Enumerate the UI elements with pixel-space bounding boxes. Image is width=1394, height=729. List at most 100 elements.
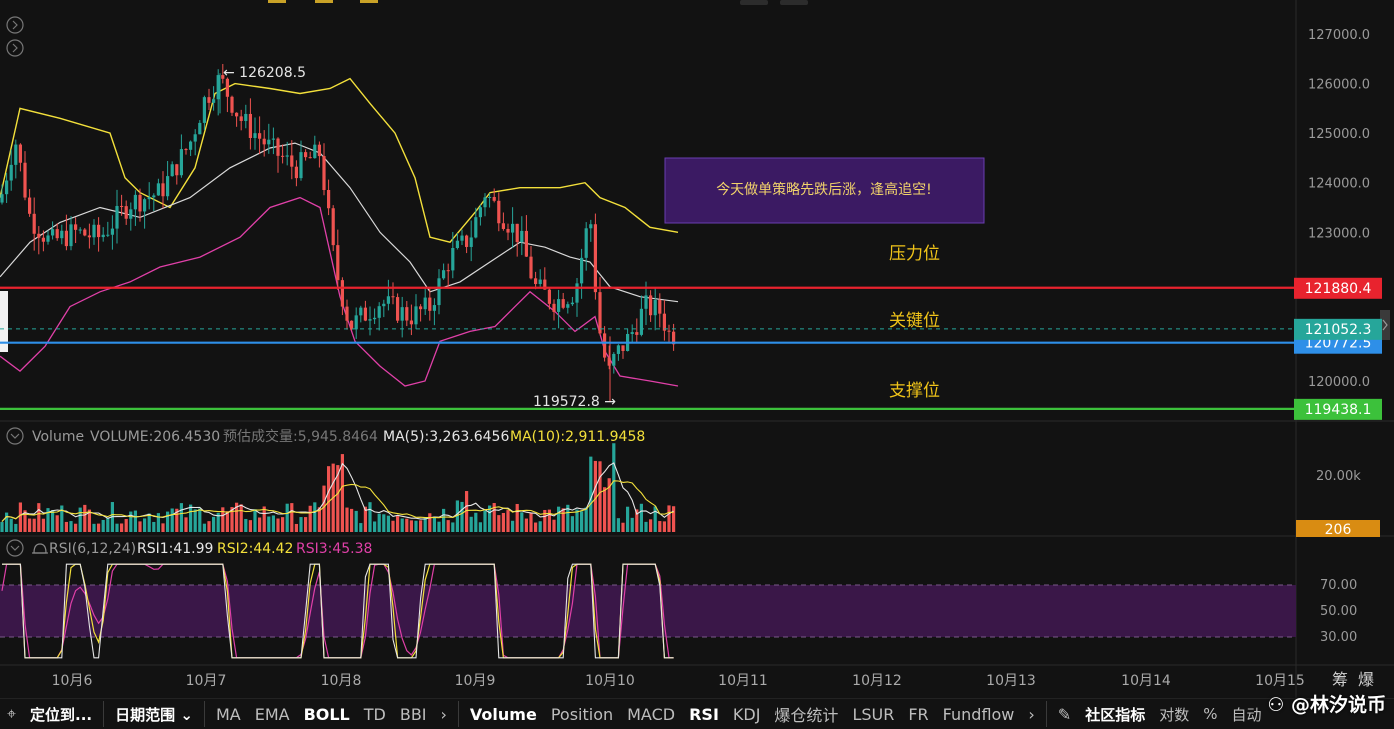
community-indicators[interactable]: 社区指标	[1078, 704, 1152, 725]
chips-button[interactable]: 筹	[1332, 670, 1348, 689]
candle-body	[299, 152, 303, 179]
volume-title: Volume	[32, 429, 84, 445]
date-tick: 10月13	[986, 673, 1036, 689]
candle-body	[69, 224, 73, 247]
chevron-right-icon[interactable]: ›	[434, 705, 454, 724]
candle-body	[285, 155, 289, 157]
volume-bar	[106, 517, 110, 532]
volume-value: VOLUME:206.4530	[90, 429, 220, 445]
expand-icon[interactable]	[6, 39, 24, 57]
volume-bar	[120, 523, 124, 532]
sub-indicator-fundflow[interactable]: Fundflow	[936, 705, 1022, 724]
candle-body	[639, 308, 643, 335]
volume-bar	[386, 515, 390, 532]
volume-bar	[37, 503, 41, 532]
volume-bar	[101, 519, 105, 532]
candle-body	[129, 209, 133, 219]
sub-indicator-lsur[interactable]: LSUR	[845, 705, 901, 724]
volume-bar	[529, 513, 533, 532]
volume-bar	[69, 521, 73, 532]
indicator-ema[interactable]: EMA	[248, 705, 297, 724]
candle-body	[437, 278, 441, 306]
candle-body	[451, 248, 455, 271]
bottom-toolbar: ⌖ 定位到... 日期范围 ⌄ MA EMA BOLL TD BBI › Vol…	[0, 698, 1394, 729]
price-tick: 120000.0	[1308, 375, 1370, 390]
date-tick: 10月11	[718, 673, 768, 689]
chevron-down-icon: ⌄	[180, 705, 193, 724]
indicator-boll[interactable]: BOLL	[297, 705, 357, 724]
bell-icon[interactable]	[32, 543, 48, 554]
sub-indicator-liquidation[interactable]: 爆仓统计	[767, 702, 845, 726]
volume-bar	[658, 521, 662, 532]
candle-body	[423, 297, 427, 310]
volume-bar	[630, 517, 634, 532]
edit-icon[interactable]: ✎	[1051, 705, 1078, 724]
indicator-ma[interactable]: MA	[209, 705, 248, 724]
volume-bar	[354, 510, 358, 532]
candle-body	[239, 116, 243, 121]
volume-bar	[156, 513, 160, 532]
log-scale-toggle[interactable]: 对数	[1152, 704, 1196, 725]
volume-bar	[313, 502, 317, 532]
candle-body	[465, 235, 469, 247]
volume-bar	[575, 509, 579, 532]
volume-bar	[290, 503, 294, 532]
volume-bar	[202, 523, 206, 532]
rsi-collapse-icon[interactable]	[6, 539, 24, 557]
sub-indicator-volume[interactable]: Volume	[463, 705, 544, 724]
candle-body	[336, 245, 340, 281]
volume-bar	[451, 522, 455, 532]
volume-bar	[474, 512, 478, 532]
volume-bar	[497, 515, 501, 532]
volume-bar	[184, 517, 188, 532]
volume-bar	[483, 510, 487, 532]
volume-bar	[368, 502, 372, 532]
volume-bar	[138, 521, 142, 532]
locate-button[interactable]: 定位到...	[23, 704, 99, 725]
candle-body	[133, 194, 137, 210]
volume-bar	[428, 513, 432, 532]
indicator-td[interactable]: TD	[357, 705, 393, 724]
date-tick: 10月15	[1255, 673, 1305, 689]
sub-indicator-macd[interactable]: MACD	[620, 705, 682, 724]
sub-indicator-position[interactable]: Position	[544, 705, 620, 724]
candle-body	[524, 230, 528, 257]
volume-bar	[55, 515, 59, 532]
candle-body	[552, 303, 556, 312]
chevron-right-icon[interactable]: ›	[1021, 705, 1041, 724]
volume-bar	[520, 512, 524, 532]
expand-icon[interactable]	[6, 16, 24, 34]
volume-bar	[437, 521, 441, 532]
volume-bar	[432, 516, 436, 532]
price-tick: 125000.0	[1308, 127, 1370, 142]
volume-bar	[377, 513, 381, 532]
candle-body	[497, 200, 501, 224]
volume-bar	[248, 520, 252, 532]
trading-chart[interactable]: 127000.0 126000.0 125000.0 124000.0 123000.0…	[0, 0, 1394, 728]
date-range-button[interactable]: 日期范围 ⌄	[108, 704, 200, 725]
candle-body	[354, 315, 358, 330]
candle-body	[409, 320, 413, 325]
candle-body	[313, 144, 317, 159]
candle-body	[534, 278, 538, 285]
candle-body	[14, 144, 18, 165]
indicator-bbi[interactable]: BBI	[393, 705, 434, 724]
candle-body	[212, 99, 216, 103]
sub-indicator-rsi[interactable]: RSI	[682, 705, 726, 724]
liquidation-button[interactable]: 爆	[1358, 670, 1374, 689]
candle-body	[281, 155, 285, 157]
sub-indicator-fr[interactable]: FR	[901, 705, 935, 724]
candle-body	[115, 205, 119, 229]
candle-body	[373, 317, 377, 320]
volume-bar	[534, 522, 538, 532]
volume-bar	[570, 516, 574, 532]
volume-bar	[212, 516, 216, 532]
candle-body	[612, 353, 616, 366]
percent-toggle[interactable]: %	[1196, 705, 1224, 723]
sub-indicator-kdj[interactable]: KDJ	[726, 705, 768, 724]
locate-icon[interactable]: ⌖	[0, 704, 23, 724]
candle-body	[37, 233, 41, 238]
auto-scale-toggle[interactable]: 自动	[1225, 704, 1269, 725]
volume-current-tag: 206	[1296, 520, 1380, 538]
volume-collapse-icon[interactable]	[6, 427, 24, 445]
